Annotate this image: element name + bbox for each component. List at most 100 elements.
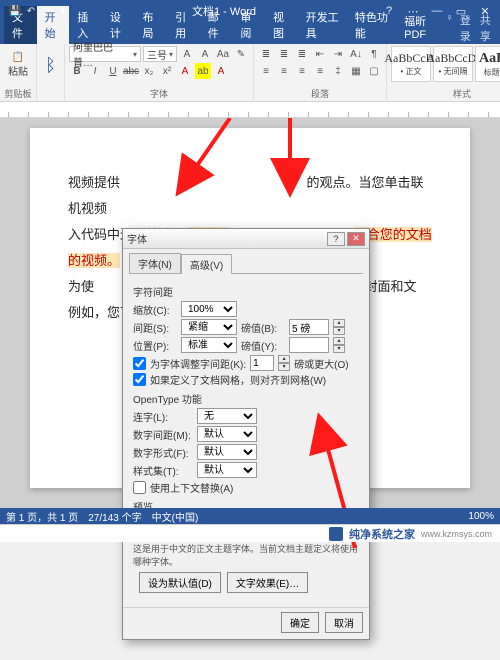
dialog-help-icon[interactable]: ? bbox=[327, 232, 345, 246]
section-char-spacing: 字符间距 bbox=[133, 284, 359, 299]
set-default-button[interactable]: 设为默认值(D) bbox=[139, 572, 221, 593]
style-card-nospacing[interactable]: AaBbCcDi • 无间隔 bbox=[433, 46, 473, 82]
position-label: 位置(P): bbox=[133, 338, 177, 353]
scale-select[interactable]: 100% bbox=[181, 301, 237, 317]
position-spinner[interactable]: ▴▾ bbox=[333, 337, 345, 353]
numform-select[interactable]: 默认 bbox=[197, 444, 257, 460]
style-sample: AaBI bbox=[479, 51, 500, 67]
tab-view[interactable]: 视图 bbox=[265, 6, 298, 44]
ligatures-select[interactable]: 无 bbox=[197, 408, 257, 424]
dialog-tab-font[interactable]: 字体(N) bbox=[129, 253, 181, 273]
cancel-button[interactable]: 取消 bbox=[325, 612, 363, 633]
shrink-font-icon[interactable]: A bbox=[197, 46, 213, 62]
group-bt-label bbox=[41, 99, 60, 100]
save-icon[interactable]: 💾 bbox=[8, 4, 22, 18]
highlight-icon[interactable]: ab bbox=[195, 63, 211, 79]
italic-icon[interactable]: I bbox=[87, 63, 103, 79]
status-language[interactable]: 中文(中国) bbox=[152, 509, 199, 524]
align-center-icon[interactable]: ≡ bbox=[276, 63, 292, 79]
font-size-combo[interactable]: 三号▾ bbox=[143, 46, 177, 62]
paste-button[interactable]: 📋 粘贴 bbox=[4, 46, 32, 84]
increase-indent-icon[interactable]: ⇥ bbox=[330, 46, 346, 62]
close-icon[interactable]: ✕ bbox=[474, 5, 496, 18]
tab-layout[interactable]: 布局 bbox=[135, 6, 168, 44]
underline-icon[interactable]: U bbox=[105, 63, 121, 79]
numspacing-select[interactable]: 默认 bbox=[197, 426, 257, 442]
ligatures-label: 连字(L): bbox=[133, 409, 193, 424]
align-right-icon[interactable]: ≡ bbox=[294, 63, 310, 79]
style-card-normal[interactable]: AaBbCcDi • 正文 bbox=[391, 46, 431, 82]
minimize-icon[interactable]: — bbox=[426, 5, 448, 18]
line-spacing-icon[interactable]: ‡ bbox=[330, 63, 346, 79]
kerning-value-input[interactable] bbox=[250, 355, 274, 371]
text-effects-icon[interactable]: A bbox=[177, 63, 193, 79]
borders-icon[interactable]: ▢ bbox=[366, 63, 382, 79]
bluetooth-button[interactable]: ᛒ bbox=[41, 46, 60, 84]
horizontal-ruler[interactable] bbox=[0, 102, 500, 118]
watermark-url: www.kzmsys.com bbox=[421, 529, 492, 539]
superscript-icon[interactable]: x² bbox=[159, 63, 175, 79]
contextual-checkbox[interactable] bbox=[133, 481, 146, 494]
shading-icon[interactable]: ▦ bbox=[348, 63, 364, 79]
status-page[interactable]: 第 1 页，共 1 页 bbox=[6, 509, 78, 524]
grow-font-icon[interactable]: A bbox=[179, 46, 195, 62]
ok-button[interactable]: 确定 bbox=[281, 612, 319, 633]
change-case-icon[interactable]: Aa bbox=[215, 46, 231, 62]
grid-align-label: 如果定义了文档网格，则对齐到网格(W) bbox=[150, 372, 326, 387]
grid-align-checkbox[interactable] bbox=[133, 373, 146, 386]
tab-review[interactable]: 审阅 bbox=[232, 6, 265, 44]
sort-icon[interactable]: A↓ bbox=[348, 46, 364, 62]
align-justify-icon[interactable]: ≡ bbox=[312, 63, 328, 79]
show-marks-icon[interactable]: ¶ bbox=[366, 46, 382, 62]
ribbon-options-icon[interactable]: ⋯ bbox=[402, 5, 424, 18]
bullets-icon[interactable]: ≣ bbox=[258, 46, 274, 62]
redo-icon[interactable]: ↷ bbox=[40, 4, 54, 18]
qat-more-icon[interactable]: ▾ bbox=[56, 4, 70, 18]
dialog-close-icon[interactable]: ✕ bbox=[347, 232, 365, 246]
tab-mailings[interactable]: 邮件 bbox=[200, 6, 233, 44]
spacing-amount-input[interactable] bbox=[289, 319, 329, 335]
position-amount-input[interactable] bbox=[289, 337, 329, 353]
strike-icon[interactable]: abc bbox=[123, 63, 139, 79]
dialog-tab-advanced[interactable]: 高级(V) bbox=[181, 254, 232, 274]
kerning-checkbox[interactable] bbox=[133, 357, 146, 370]
multilevel-list-icon[interactable]: ≣ bbox=[294, 46, 310, 62]
numbering-icon[interactable]: ≣ bbox=[276, 46, 292, 62]
doc-paragraph: 视频提供 的观点。当您单击联机视频 bbox=[68, 170, 432, 222]
decrease-indent-icon[interactable]: ⇤ bbox=[312, 46, 328, 62]
kerning-spinner[interactable]: ▴▾ bbox=[278, 355, 290, 371]
status-bar: 第 1 页，共 1 页 27/143 个字 中文(中国) 100% bbox=[0, 508, 500, 524]
text-run: 视频提供 bbox=[68, 175, 120, 190]
subscript-icon[interactable]: x₂ bbox=[141, 63, 157, 79]
group-paragraph-label: 段落 bbox=[258, 86, 382, 100]
window-buttons: ? ⋯ — ▭ ✕ bbox=[378, 5, 496, 18]
bold-icon[interactable]: B bbox=[69, 63, 85, 79]
clear-format-icon[interactable]: ✎ bbox=[233, 46, 249, 62]
align-left-icon[interactable]: ≡ bbox=[258, 63, 274, 79]
status-zoom[interactable]: 100% bbox=[468, 511, 494, 522]
font-name-combo[interactable]: 阿里巴巴普…▾ bbox=[69, 46, 141, 62]
style-name: • 无间隔 bbox=[438, 66, 467, 77]
dialog-titlebar[interactable]: 字体 ? ✕ bbox=[123, 229, 369, 249]
position-select[interactable]: 标准 bbox=[181, 337, 237, 353]
watermark-bar: 纯净系统之家 www.kzmsys.com bbox=[0, 524, 500, 542]
dialog-title: 字体 bbox=[127, 231, 147, 246]
spacing-select[interactable]: 紧缩 bbox=[181, 319, 237, 335]
status-words[interactable]: 27/143 个字 bbox=[88, 509, 141, 524]
spacing-label: 间距(S): bbox=[133, 320, 177, 335]
style-card-heading1[interactable]: AaBI 标题 1 bbox=[475, 46, 500, 82]
tab-references[interactable]: 引用 bbox=[167, 6, 200, 44]
spacing-spinner[interactable]: ▴▾ bbox=[333, 319, 345, 335]
font-color-icon[interactable]: A bbox=[213, 63, 229, 79]
undo-icon[interactable]: ↶ bbox=[24, 4, 38, 18]
tab-dev[interactable]: 开发工具 bbox=[298, 6, 347, 44]
dialog-tabs: 字体(N) 高级(V) bbox=[123, 249, 369, 273]
ribbon-help-icon[interactable]: ? bbox=[378, 5, 400, 18]
text-effects-button[interactable]: 文字效果(E)… bbox=[227, 572, 308, 593]
numspacing-label: 数字间距(M): bbox=[133, 427, 193, 442]
styleset-label: 样式集(T): bbox=[133, 463, 193, 478]
group-clipboard-label: 剪贴板 bbox=[4, 86, 32, 100]
maximize-icon[interactable]: ▭ bbox=[450, 5, 472, 18]
style-name: • 正文 bbox=[400, 66, 421, 77]
styleset-select[interactable]: 默认 bbox=[197, 462, 257, 478]
